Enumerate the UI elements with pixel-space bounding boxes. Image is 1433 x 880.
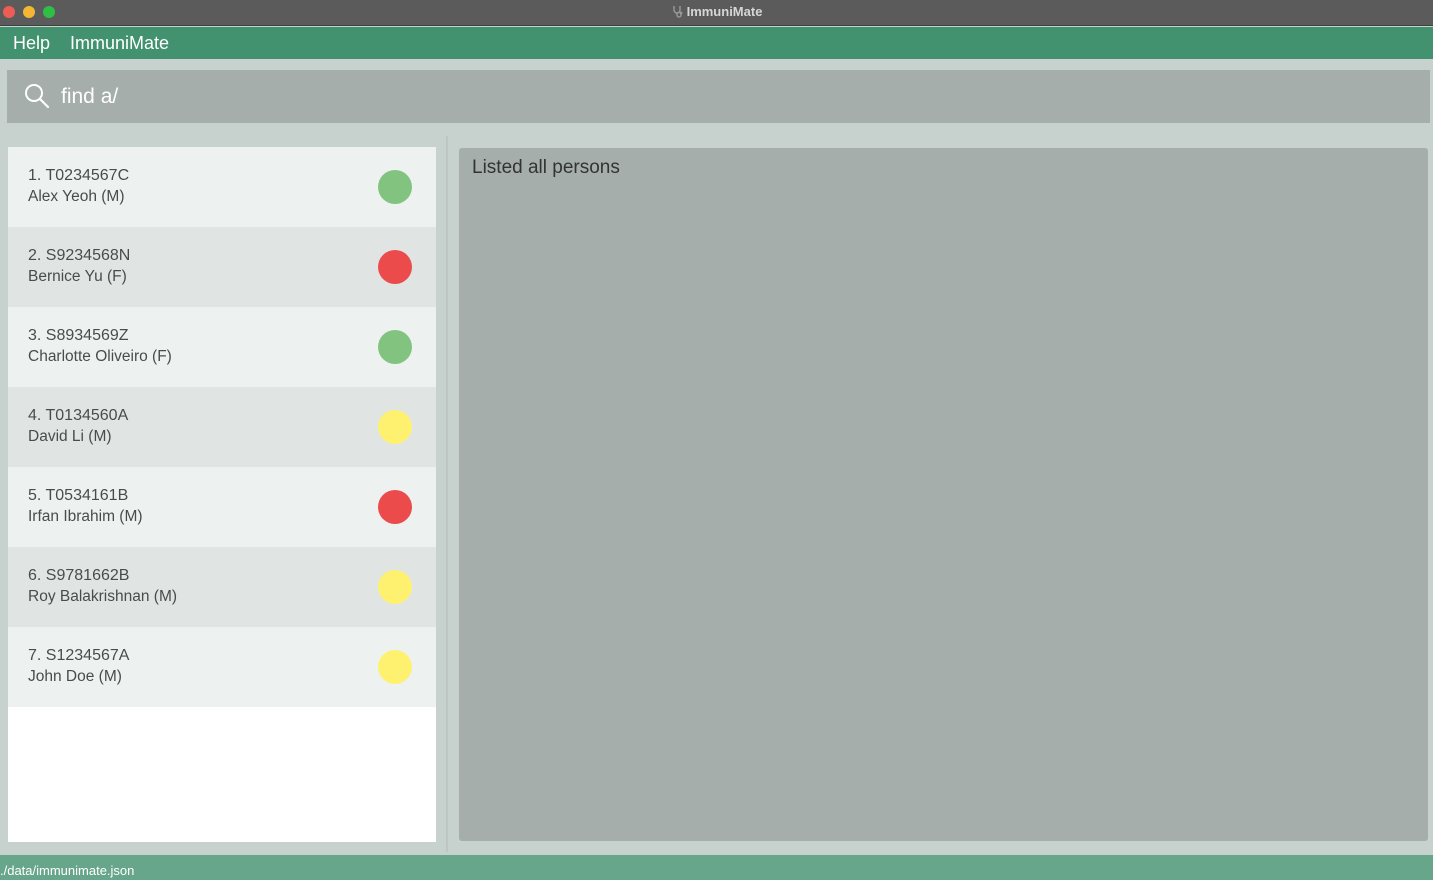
person-nric: T0534161B xyxy=(45,487,129,504)
status-indicator xyxy=(378,570,412,604)
person-card-1[interactable]: 1. T0234567C Alex Yeoh (M) xyxy=(8,147,436,227)
status-indicator xyxy=(378,410,412,444)
person-nric: T0134560A xyxy=(45,407,129,424)
person-list[interactable]: 1. T0234567C Alex Yeoh (M) 2. S9234568N … xyxy=(8,147,436,842)
status-indicator xyxy=(378,250,412,284)
status-indicator xyxy=(378,170,412,204)
person-nric: S9781662B xyxy=(45,567,130,584)
window-title-wrapper: ImmuniMate xyxy=(0,4,1433,21)
person-id-line: 5. T0534161B xyxy=(28,487,128,505)
person-index: 6. xyxy=(28,567,42,584)
person-name: Bernice Yu (F) xyxy=(28,268,127,285)
person-name: Charlotte Oliveiro (F) xyxy=(28,348,172,365)
person-index: 7. xyxy=(28,647,42,664)
person-nric: T0234567C xyxy=(45,167,130,184)
menu-immunimate[interactable]: ImmuniMate xyxy=(70,33,169,54)
status-indicator xyxy=(378,650,412,684)
person-index: 2. xyxy=(28,247,42,264)
person-card-3[interactable]: 3. S8934569Z Charlotte Oliveiro (F) xyxy=(8,307,436,387)
person-name: David Li (M) xyxy=(28,428,112,445)
person-card-4[interactable]: 4. T0134560A David Li (M) xyxy=(8,387,436,467)
window-titlebar: ImmuniMate xyxy=(0,0,1433,26)
person-nric: S1234567A xyxy=(45,647,130,664)
result-message: Listed all persons xyxy=(472,157,620,178)
person-card-2[interactable]: 2. S9234568N Bernice Yu (F) xyxy=(8,227,436,307)
command-box xyxy=(7,70,1430,123)
person-index: 1. xyxy=(28,167,42,184)
person-card-7[interactable]: 7. S1234567A John Doe (M) xyxy=(8,627,436,707)
menu-bar: Help ImmuniMate xyxy=(0,27,1433,59)
person-name: Alex Yeoh (M) xyxy=(28,188,125,205)
person-name: Irfan Ibrahim (M) xyxy=(28,508,143,525)
menu-help[interactable]: Help xyxy=(13,33,50,54)
person-nric: S9234568N xyxy=(45,247,131,264)
search-icon xyxy=(24,83,50,114)
command-input[interactable] xyxy=(61,70,1401,123)
status-bar: ./data/immunimate.json xyxy=(0,855,1433,880)
person-name: John Doe (M) xyxy=(28,668,122,685)
window-title: ImmuniMate xyxy=(686,4,763,19)
person-id-line: 3. S8934569Z xyxy=(28,327,129,345)
app-icon xyxy=(671,5,683,21)
person-index: 4. xyxy=(28,407,42,424)
person-id-line: 6. S9781662B xyxy=(28,567,129,585)
person-nric: S8934569Z xyxy=(45,327,129,344)
result-display: Listed all persons xyxy=(459,148,1428,841)
person-name: Roy Balakrishnan (M) xyxy=(28,588,178,605)
person-id-line: 4. T0134560A xyxy=(28,407,128,425)
person-id-line: 2. S9234568N xyxy=(28,247,130,265)
status-indicator xyxy=(378,330,412,364)
person-index: 3. xyxy=(28,327,42,344)
person-id-line: 1. T0234567C xyxy=(28,167,129,185)
person-card-5[interactable]: 5. T0534161B Irfan Ibrahim (M) xyxy=(8,467,436,547)
split-pane-divider[interactable] xyxy=(446,136,448,852)
status-indicator xyxy=(378,490,412,524)
person-id-line: 7. S1234567A xyxy=(28,647,129,665)
person-card-6[interactable]: 6. S9781662B Roy Balakrishnan (M) xyxy=(8,547,436,627)
person-index: 5. xyxy=(28,487,42,504)
data-file-path: ./data/immunimate.json xyxy=(0,863,135,878)
